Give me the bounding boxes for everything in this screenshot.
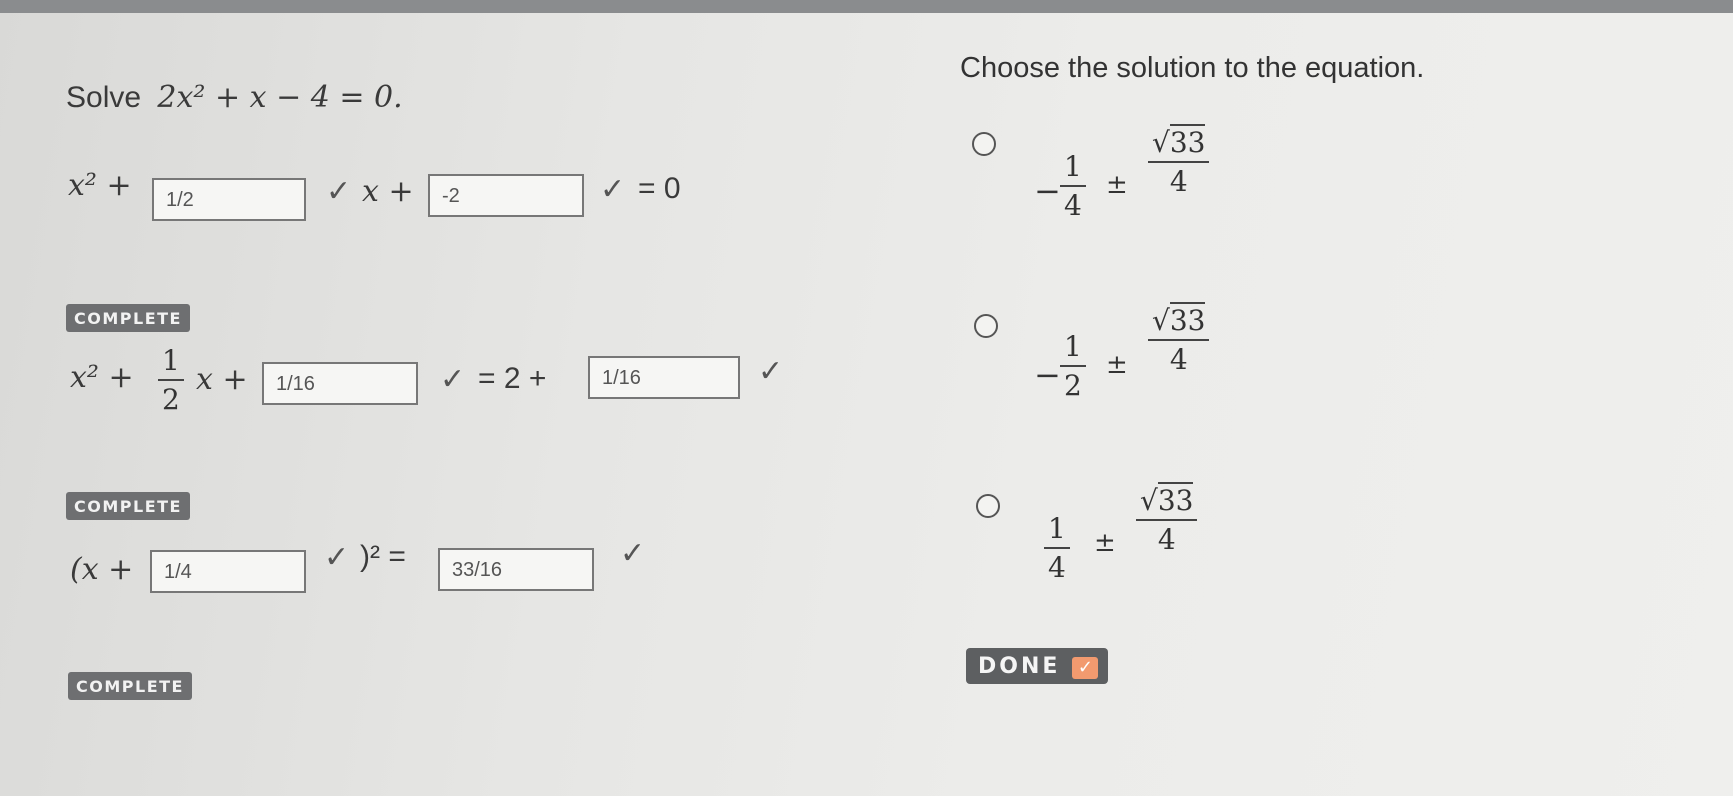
step3-input-2[interactable]: 33/16 (438, 548, 594, 591)
option-3-radical-fraction: √33 4 (1136, 482, 1198, 556)
sqrt-icon: √ (1152, 304, 1170, 337)
step1-check-2-icon: ✓ (600, 173, 626, 206)
step3-complete-badge: COMPLETE (68, 672, 192, 700)
option-2-pm: ± (1106, 350, 1128, 380)
question-heading: Choose the solution to the equation. (960, 52, 1425, 84)
step1-input-2[interactable]: -2 (428, 174, 584, 217)
option-3-fraction: 1 4 (1044, 512, 1070, 584)
step3-prefix: (x + (70, 552, 134, 587)
step2-input-1[interactable]: 1/16 (262, 362, 418, 405)
step1-mid: x + (362, 174, 414, 209)
option-2-rad-den: 4 (1169, 343, 1188, 376)
prompt-equation: 2x² + x − 4 = 0. (157, 80, 403, 115)
step2-complete-badge: COMPLETE (66, 492, 190, 520)
step3-check-2-icon: ✓ (620, 537, 646, 570)
option-2-radicand: 33 (1169, 302, 1206, 337)
option-2-sign: − (1034, 356, 1061, 394)
step1-check-1-icon: ✓ (326, 175, 352, 208)
step2-check-1-icon: ✓ (440, 363, 466, 396)
option-1-num: 1 (1060, 150, 1086, 187)
option-2-num: 1 (1060, 330, 1086, 367)
step3-input-1[interactable]: 1/4 (150, 550, 306, 593)
option-3-rad-den: 4 (1157, 523, 1176, 556)
done-button[interactable]: DONE ✓ (966, 648, 1109, 684)
sqrt-icon: √ (1140, 484, 1158, 517)
option-2-fraction: 1 2 (1060, 330, 1086, 402)
option-1-radicand: 33 (1169, 124, 1206, 159)
problem-prompt: Solve 2x² + x − 4 = 0. (66, 80, 403, 115)
done-check-icon: ✓ (1072, 657, 1099, 679)
step2-after-frac: x + (196, 362, 248, 397)
option-3-num: 1 (1044, 512, 1070, 549)
step1-input-1[interactable]: 1/2 (152, 178, 306, 221)
option-2-radio[interactable] (974, 314, 998, 338)
option-1-radio[interactable] (972, 132, 996, 156)
step2-input-2[interactable]: 1/16 (588, 356, 740, 399)
option-1-den: 4 (1064, 189, 1082, 222)
step1-suffix: = 0 (638, 172, 681, 205)
done-label: DONE (978, 654, 1061, 679)
step3-mid: )² = (360, 540, 406, 573)
option-1-sign: − (1034, 172, 1061, 210)
option-3-radio[interactable] (976, 494, 1000, 518)
option-1-fraction: 1 4 (1060, 150, 1086, 222)
step2-fraction: 1 2 (158, 344, 184, 416)
option-3-den: 4 (1048, 551, 1066, 584)
top-bar (0, 0, 1733, 13)
step2-prefix: x² + (70, 360, 134, 395)
sqrt-icon: √ (1152, 126, 1170, 159)
option-1-pm: ± (1106, 170, 1128, 200)
option-2-den: 2 (1064, 369, 1082, 402)
option-1-radical-fraction: √33 4 (1148, 124, 1210, 198)
option-3-pm: ± (1094, 528, 1116, 558)
step2-frac-den: 2 (162, 383, 180, 416)
step3-check-1-icon: ✓ (324, 541, 350, 574)
step2-mid: = 2 + (478, 362, 547, 395)
step2-frac-num: 1 (158, 344, 184, 381)
option-3-radicand: 33 (1157, 482, 1194, 517)
step1-complete-badge: COMPLETE (66, 304, 190, 332)
step1-prefix: x² + (68, 168, 132, 203)
option-1-rad-den: 4 (1169, 165, 1188, 198)
prompt-label: Solve (66, 81, 142, 114)
option-2-radical-fraction: √33 4 (1148, 302, 1210, 376)
step2-check-2-icon: ✓ (758, 355, 784, 388)
